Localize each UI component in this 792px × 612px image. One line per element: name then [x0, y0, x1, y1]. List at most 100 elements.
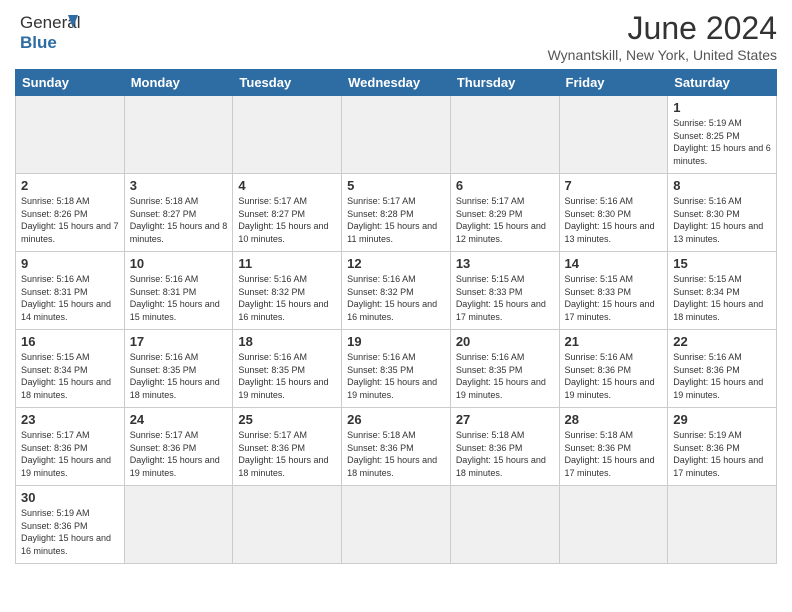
day-cell-26: 26 Sunrise: 5:18 AM Sunset: 8:36 PM Dayli… [342, 408, 451, 486]
day-number: 12 [347, 256, 445, 271]
day-header-friday: Friday [559, 70, 668, 96]
day-info: Sunrise: 5:16 AM Sunset: 8:36 PM Dayligh… [565, 351, 663, 401]
week-row-1: 1 Sunrise: 5:19 AM Sunset: 8:25 PM Daylig… [16, 96, 777, 174]
day-number: 3 [130, 178, 228, 193]
day-cell-8: 8Sunrise: 5:16 AM Sunset: 8:30 PM Daylig… [668, 174, 777, 252]
day-info: Sunrise: 5:18 AM Sunset: 8:26 PM Dayligh… [21, 195, 119, 245]
day-header-monday: Monday [124, 70, 233, 96]
day-info: Sunrise: 5:17 AM Sunset: 8:36 PM Dayligh… [130, 429, 228, 479]
day-cell-22: 22 Sunrise: 5:16 AM Sunset: 8:36 PM Dayli… [668, 330, 777, 408]
day-cell-6: 6 Sunrise: 5:17 AM Sunset: 8:29 PM Daylig… [450, 174, 559, 252]
day-number: 10 [130, 256, 228, 271]
calendar-subtitle: Wynantskill, New York, United States [548, 47, 777, 63]
day-number: 20 [456, 334, 554, 349]
day-header-tuesday: Tuesday [233, 70, 342, 96]
day-number: 29 [673, 412, 771, 427]
day-info: Sunrise: 5:16 AM Sunset: 8:31 PM Dayligh… [21, 273, 119, 323]
day-cell-13: 13 Sunrise: 5:15 AM Sunset: 8:33 PM Dayli… [450, 252, 559, 330]
day-cell-23: 23 Sunrise: 5:17 AM Sunset: 8:36 PM Dayli… [16, 408, 125, 486]
day-info: Sunrise: 5:16 AM Sunset: 8:35 PM Dayligh… [456, 351, 554, 401]
day-number: 2 [21, 178, 119, 193]
empty-cell [450, 96, 559, 174]
day-cell-14: 14Sunrise: 5:15 AM Sunset: 8:33 PM Dayli… [559, 252, 668, 330]
week-row-5: 23 Sunrise: 5:17 AM Sunset: 8:36 PM Dayli… [16, 408, 777, 486]
day-cell-16: 16 Sunrise: 5:15 AM Sunset: 8:34 PM Dayli… [16, 330, 125, 408]
day-number: 6 [456, 178, 554, 193]
svg-text:Blue: Blue [20, 33, 57, 52]
empty-cell [668, 486, 777, 564]
day-info: Sunrise: 5:19 AM Sunset: 8:36 PM Dayligh… [21, 507, 119, 557]
day-number: 18 [238, 334, 336, 349]
empty-cell [559, 96, 668, 174]
day-cell-17: 17Sunrise: 5:16 AM Sunset: 8:35 PM Dayli… [124, 330, 233, 408]
day-number: 16 [21, 334, 119, 349]
day-info: Sunrise: 5:15 AM Sunset: 8:33 PM Dayligh… [456, 273, 554, 323]
day-number: 13 [456, 256, 554, 271]
empty-cell [450, 486, 559, 564]
day-cell-25: 25 Sunrise: 5:17 AM Sunset: 8:36 PM Dayli… [233, 408, 342, 486]
day-info: Sunrise: 5:19 AM Sunset: 8:25 PM Dayligh… [673, 117, 771, 167]
day-number: 30 [21, 490, 119, 505]
day-cell-24: 24 Sunrise: 5:17 AM Sunset: 8:36 PM Dayli… [124, 408, 233, 486]
calendar-title: June 2024 [548, 10, 777, 47]
day-cell-19: 19 Sunrise: 5:16 AM Sunset: 8:35 PM Dayli… [342, 330, 451, 408]
day-cell-27: 27 Sunrise: 5:18 AM Sunset: 8:36 PM Dayli… [450, 408, 559, 486]
day-cell-18: 18 Sunrise: 5:16 AM Sunset: 8:35 PM Dayli… [233, 330, 342, 408]
day-cell-1: 1 Sunrise: 5:19 AM Sunset: 8:25 PM Daylig… [668, 96, 777, 174]
empty-cell [16, 96, 125, 174]
logo: GeneralBlue [15, 10, 85, 55]
day-info: Sunrise: 5:17 AM Sunset: 8:29 PM Dayligh… [456, 195, 554, 245]
day-cell-12: 12Sunrise: 5:16 AM Sunset: 8:32 PM Dayli… [342, 252, 451, 330]
day-number: 7 [565, 178, 663, 193]
day-cell-15: 15Sunrise: 5:15 AM Sunset: 8:34 PM Dayli… [668, 252, 777, 330]
day-number: 19 [347, 334, 445, 349]
day-cell-2: 2 Sunrise: 5:18 AM Sunset: 8:26 PM Daylig… [16, 174, 125, 252]
day-cell-5: 5Sunrise: 5:17 AM Sunset: 8:28 PM Daylig… [342, 174, 451, 252]
day-cell-10: 10 Sunrise: 5:16 AM Sunset: 8:31 PM Dayli… [124, 252, 233, 330]
header-section: GeneralBlue June 2024 Wynantskill, New Y… [15, 10, 777, 63]
day-number: 28 [565, 412, 663, 427]
empty-cell [559, 486, 668, 564]
empty-cell [124, 486, 233, 564]
day-number: 23 [21, 412, 119, 427]
day-info: Sunrise: 5:16 AM Sunset: 8:31 PM Dayligh… [130, 273, 228, 323]
day-number: 5 [347, 178, 445, 193]
day-info: Sunrise: 5:17 AM Sunset: 8:36 PM Dayligh… [238, 429, 336, 479]
day-cell-20: 20 Sunrise: 5:16 AM Sunset: 8:35 PM Dayli… [450, 330, 559, 408]
day-number: 22 [673, 334, 771, 349]
day-info: Sunrise: 5:15 AM Sunset: 8:34 PM Dayligh… [21, 351, 119, 401]
day-info: Sunrise: 5:17 AM Sunset: 8:36 PM Dayligh… [21, 429, 119, 479]
day-cell-3: 3 Sunrise: 5:18 AM Sunset: 8:27 PM Daylig… [124, 174, 233, 252]
day-header-wednesday: Wednesday [342, 70, 451, 96]
day-info: Sunrise: 5:18 AM Sunset: 8:36 PM Dayligh… [565, 429, 663, 479]
day-number: 1 [673, 100, 771, 115]
generalblue-logo-icon: GeneralBlue [15, 10, 85, 55]
day-number: 25 [238, 412, 336, 427]
days-header-row: SundayMondayTuesdayWednesdayThursdayFrid… [16, 70, 777, 96]
day-info: Sunrise: 5:15 AM Sunset: 8:33 PM Dayligh… [565, 273, 663, 323]
week-row-4: 16 Sunrise: 5:15 AM Sunset: 8:34 PM Dayli… [16, 330, 777, 408]
day-info: Sunrise: 5:18 AM Sunset: 8:27 PM Dayligh… [130, 195, 228, 245]
day-number: 15 [673, 256, 771, 271]
day-number: 26 [347, 412, 445, 427]
week-row-2: 2 Sunrise: 5:18 AM Sunset: 8:26 PM Daylig… [16, 174, 777, 252]
day-info: Sunrise: 5:18 AM Sunset: 8:36 PM Dayligh… [456, 429, 554, 479]
day-info: Sunrise: 5:17 AM Sunset: 8:27 PM Dayligh… [238, 195, 336, 245]
day-info: Sunrise: 5:18 AM Sunset: 8:36 PM Dayligh… [347, 429, 445, 479]
day-number: 11 [238, 256, 336, 271]
day-cell-9: 9 Sunrise: 5:16 AM Sunset: 8:31 PM Daylig… [16, 252, 125, 330]
day-info: Sunrise: 5:16 AM Sunset: 8:36 PM Dayligh… [673, 351, 771, 401]
week-row-6: 30 Sunrise: 5:19 AM Sunset: 8:36 PM Dayli… [16, 486, 777, 564]
empty-cell [233, 96, 342, 174]
day-cell-28: 28 Sunrise: 5:18 AM Sunset: 8:36 PM Dayli… [559, 408, 668, 486]
day-number: 24 [130, 412, 228, 427]
day-info: Sunrise: 5:16 AM Sunset: 8:35 PM Dayligh… [238, 351, 336, 401]
empty-cell [342, 486, 451, 564]
day-cell-30: 30 Sunrise: 5:19 AM Sunset: 8:36 PM Dayli… [16, 486, 125, 564]
day-info: Sunrise: 5:16 AM Sunset: 8:35 PM Dayligh… [347, 351, 445, 401]
title-section: June 2024 Wynantskill, New York, United … [548, 10, 777, 63]
day-number: 4 [238, 178, 336, 193]
day-number: 9 [21, 256, 119, 271]
day-number: 27 [456, 412, 554, 427]
day-info: Sunrise: 5:16 AM Sunset: 8:30 PM Dayligh… [673, 195, 771, 245]
